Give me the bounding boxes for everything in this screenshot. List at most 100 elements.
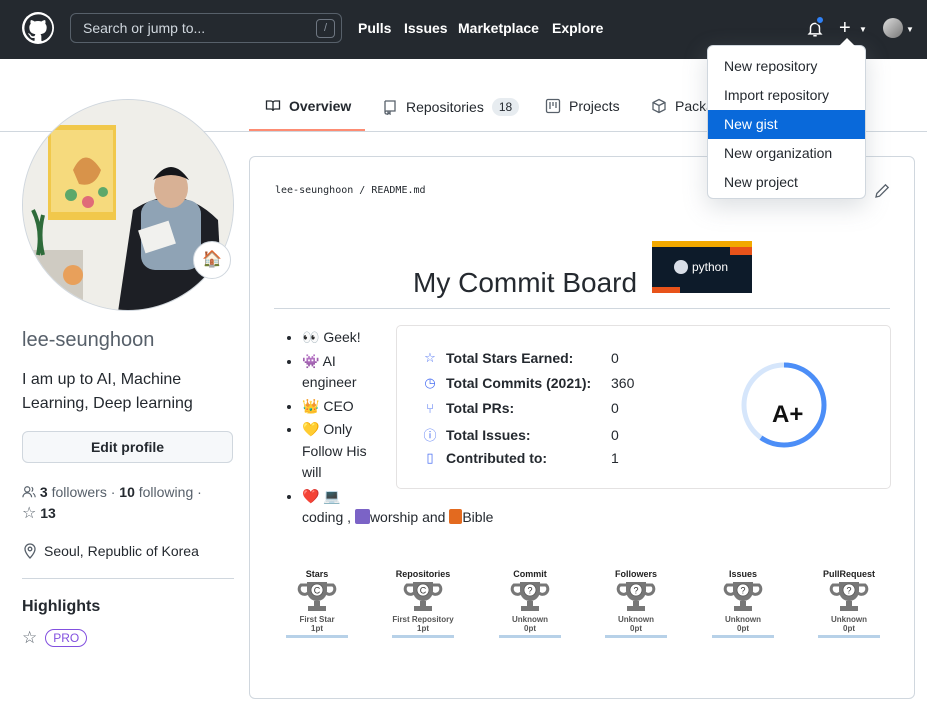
- status-emoji-house-icon[interactable]: 🏠: [193, 241, 231, 279]
- stat-value: 1: [611, 450, 619, 466]
- trophy-item: Stars C First Star 1pt: [285, 569, 349, 638]
- trophy-cup-icon: C: [403, 582, 443, 611]
- stat-row: ▯ Contributed to: 1: [421, 450, 619, 466]
- tab-projects-label: Projects: [569, 98, 620, 114]
- nav-pulls[interactable]: Pulls: [358, 20, 391, 36]
- trophy-cup-icon: ?: [510, 582, 550, 611]
- stat-row: ☆ Total Stars Earned: 0: [421, 350, 619, 366]
- pro-badge[interactable]: PRO: [45, 629, 88, 647]
- menu-item-new-gist[interactable]: New gist: [708, 110, 865, 139]
- search-input[interactable]: Search or jump to... /: [70, 13, 342, 43]
- list-item-text: coding ,: [302, 509, 355, 525]
- highlights-heading: Highlights: [22, 598, 101, 615]
- list-item-text-bible: Bible: [462, 509, 494, 525]
- trophy-progress-bar: [818, 635, 880, 638]
- alien-monster-emoji-icon: 👾: [302, 352, 320, 369]
- trophy-progress-bar: [605, 635, 667, 638]
- title-rule: [274, 308, 890, 309]
- trophy-rank: ?: [527, 586, 532, 596]
- notification-indicator: [815, 15, 825, 25]
- pr-icon: ⑂: [426, 400, 434, 416]
- readme-path-owner[interactable]: lee-seunghoon: [275, 185, 353, 196]
- trophy-points: 0pt: [843, 624, 855, 633]
- menu-item-new-repository[interactable]: New repository: [708, 52, 865, 81]
- stat-label: Total Issues:: [446, 426, 531, 443]
- trophy-rank: C: [420, 586, 427, 596]
- tab-packages[interactable]: Packa: [651, 98, 714, 114]
- profile-avatar[interactable]: [22, 99, 234, 311]
- following-count[interactable]: 10: [119, 484, 135, 500]
- trophy-item: Repositories C First Repository 1pt: [391, 569, 455, 638]
- trophy-points: 0pt: [737, 624, 749, 633]
- following-link[interactable]: following: [139, 484, 193, 500]
- trophy-progress-bar: [712, 635, 774, 638]
- trophy-cup-icon: ?: [723, 582, 763, 611]
- followers-link[interactable]: followers: [52, 484, 107, 500]
- stat-row: ⑂ Total PRs: 0: [421, 400, 619, 416]
- list-item-text: CEO: [323, 397, 354, 414]
- trophy-subtitle: Unknown: [725, 615, 761, 624]
- sidebar-divider: [22, 578, 234, 579]
- stat-row: ⓘ Total Issues: 0: [421, 425, 619, 444]
- nav-marketplace[interactable]: Marketplace: [458, 20, 539, 36]
- python-badge-image: python: [652, 241, 752, 293]
- book-emoji-icon: [449, 509, 463, 524]
- yellow-heart-emoji-icon: 💛: [302, 421, 320, 437]
- readme-card: lee-seunghoon / README.md python My Comm…: [249, 156, 915, 699]
- trophy-item: Followers? Unknown 0pt: [604, 569, 668, 638]
- profile-location: Seoul, Republic of Korea: [22, 543, 199, 559]
- edit-profile-button[interactable]: Edit profile: [22, 431, 233, 463]
- trophy-title: Followers: [614, 569, 657, 579]
- stat-label: Total Stars Earned:: [446, 350, 574, 366]
- stars-count[interactable]: 13: [40, 505, 56, 521]
- history-icon: ◷: [424, 375, 436, 390]
- nav-explore[interactable]: Explore: [552, 20, 603, 36]
- trophy-cup-icon: C: [297, 582, 337, 611]
- menu-item-new-project[interactable]: New project: [708, 168, 865, 197]
- star-outline-icon: ☆: [22, 505, 37, 522]
- tab-overview[interactable]: Overview: [265, 98, 351, 114]
- star-icon: ☆: [424, 350, 436, 365]
- package-icon: [652, 98, 666, 114]
- github-logo-icon[interactable]: [22, 12, 54, 44]
- highlights-pro: ☆ PRO: [22, 628, 88, 648]
- stat-label: Total PRs:: [446, 400, 515, 416]
- menu-item-new-organization[interactable]: New organization: [708, 139, 865, 168]
- tab-repositories[interactable]: Repositories 18: [382, 98, 520, 116]
- search-placeholder: Search or jump to...: [83, 20, 206, 36]
- plus-caret-down-icon[interactable]: ▼: [859, 25, 867, 34]
- repo-icon: [384, 100, 396, 115]
- location-text: Seoul, Republic of Korea: [44, 543, 199, 559]
- trophy-title: Commit: [513, 569, 547, 579]
- trophy-subtitle: First Repository: [392, 615, 454, 624]
- edit-readme-pencil-icon[interactable]: [874, 183, 890, 202]
- list-item: 👀 Geek!: [302, 327, 375, 349]
- trophy-item: PullRequest? Unknown 0pt: [817, 569, 881, 638]
- trophy-title: PullRequest: [822, 569, 875, 579]
- location-pin-icon: [24, 543, 36, 559]
- avatar-caret-down-icon[interactable]: ▼: [906, 25, 914, 34]
- nav-issues[interactable]: Issues: [404, 20, 448, 36]
- list-item-text: Geek!: [323, 329, 361, 345]
- repositories-count-badge: 18: [491, 98, 520, 116]
- create-new-dropdown: New repository Import repository New gis…: [707, 38, 866, 199]
- stat-row: ◷ Total Commits (2021): 360: [421, 375, 634, 391]
- readme-path-file[interactable]: README.md: [371, 185, 425, 196]
- followers-count[interactable]: 3: [40, 484, 48, 500]
- stat-value: 0: [611, 426, 619, 443]
- tab-projects[interactable]: Projects: [545, 98, 620, 114]
- user-avatar-menu[interactable]: [883, 18, 903, 38]
- stat-label: Contributed to:: [446, 450, 548, 466]
- trophy-points: 0pt: [630, 624, 642, 633]
- issue-icon: ⓘ: [423, 428, 437, 443]
- menu-item-import-repository[interactable]: Import repository: [708, 81, 865, 110]
- stat-value: 0: [611, 350, 619, 366]
- trophy-title: Stars: [305, 569, 329, 579]
- people-icon: [22, 486, 36, 498]
- trophy-rank: ?: [846, 586, 851, 596]
- list-item: 💛 Only Follow His will: [302, 419, 375, 484]
- trophy-points: 0pt: [524, 624, 536, 633]
- create-new-plus-icon[interactable]: +: [839, 18, 851, 38]
- trophy-cup-icon: ?: [616, 582, 656, 611]
- trophy-points: 1pt: [311, 624, 323, 633]
